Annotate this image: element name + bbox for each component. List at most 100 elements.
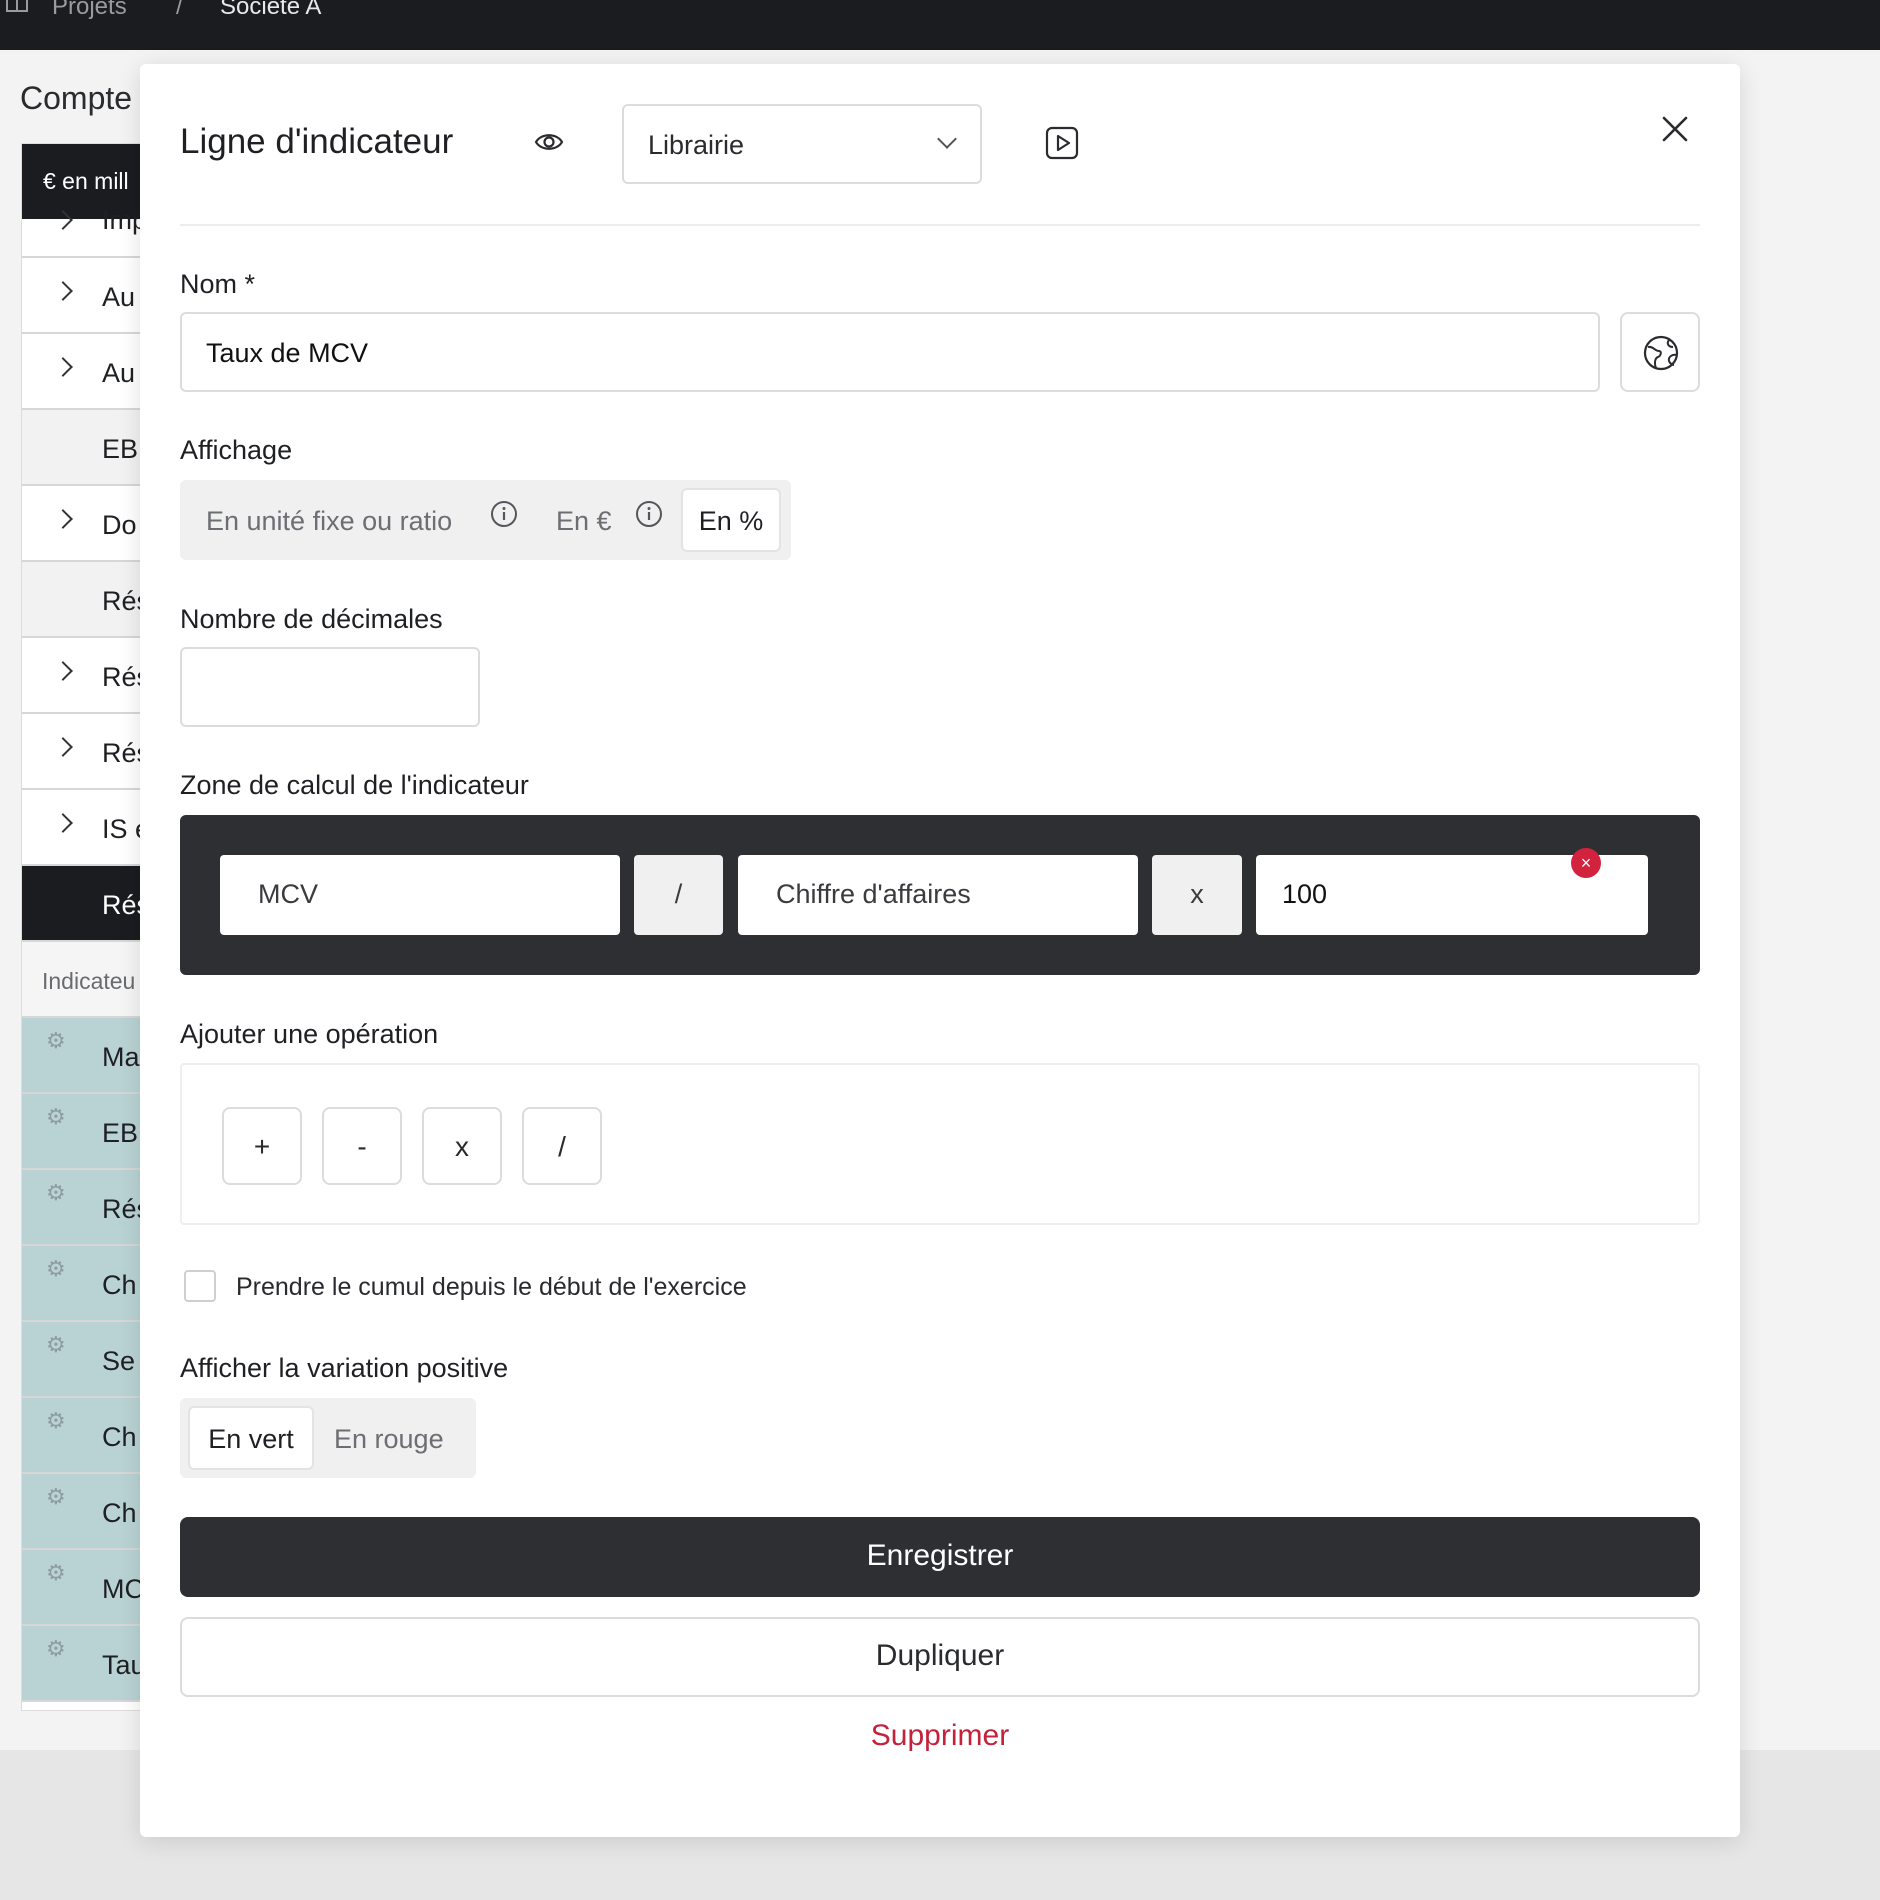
row-label: EB [102, 434, 139, 464]
chevron-right-icon[interactable] [53, 281, 73, 301]
gear-icon[interactable]: ⚙ [46, 1180, 66, 1206]
indicator-row[interactable]: ⚙ Ch [22, 1474, 140, 1550]
row-label: IS e [102, 814, 140, 844]
row-label: Rés [102, 890, 140, 920]
row-label: Do [102, 510, 137, 540]
add-operation-label: Ajouter une opération [180, 1019, 439, 1049]
breadcrumb-company[interactable]: Société A [220, 0, 321, 19]
table-row[interactable]: Au [22, 258, 140, 334]
table-row[interactable]: Rés [22, 866, 140, 942]
close-icon[interactable] [1660, 114, 1690, 144]
gear-icon[interactable]: ⚙ [46, 1408, 66, 1434]
calc-zone-label: Zone de calcul de l'indicateur [180, 770, 529, 800]
gear-icon[interactable]: ⚙ [46, 1104, 66, 1130]
calc-operator-divide[interactable]: / [634, 855, 723, 935]
projects-grid-icon [6, 0, 28, 12]
indicator-row-label: Se [102, 1346, 136, 1376]
row-label: Au [102, 282, 136, 312]
variation-label: Afficher la variation positive [180, 1353, 509, 1383]
chevron-right-icon[interactable] [53, 357, 73, 377]
accounts-table: € en mill ImpAuAuEBDoRésRésRésIS eRés In… [21, 143, 141, 1711]
indicator-row-label: Tau [102, 1650, 140, 1680]
indicator-row-label: Ch [102, 1422, 137, 1452]
table-rows: Imp Au Au EB Do Rés Rés Rés IS e Rés [22, 205, 140, 942]
add-minus-button[interactable]: - [322, 1107, 402, 1185]
modal-title: Ligne d'indicateur [180, 122, 454, 161]
name-input[interactable]: Taux de MCV [180, 312, 1600, 392]
decimals-label: Nombre de décimales [180, 604, 443, 634]
indicator-row[interactable]: ⚙ MC [22, 1550, 140, 1626]
table-row[interactable]: Imp [22, 205, 140, 258]
add-plus-button[interactable]: + [222, 1107, 302, 1185]
add-divide-button[interactable]: / [522, 1107, 602, 1185]
display-option-euro[interactable]: En € [556, 506, 612, 537]
variation-option-red[interactable]: En rouge [334, 1424, 444, 1455]
calc-operand-mcv[interactable]: MCV [220, 855, 620, 935]
remove-token-icon[interactable]: × [1571, 848, 1601, 878]
calc-operator-multiply[interactable]: x [1152, 855, 1242, 935]
table-row[interactable]: Au [22, 334, 140, 410]
row-label: Au [102, 358, 136, 388]
name-label: Nom * [180, 269, 256, 299]
indicator-row[interactable]: ⚙ Ch [22, 1398, 140, 1474]
chevron-right-icon[interactable] [53, 661, 73, 681]
indicator-rows: ⚙ Ma ⚙ EB ⚙ Rés ⚙ Ch ⚙ Se ⚙ Ch ⚙ Ch ⚙ MC ⚙ Tau [22, 1018, 140, 1702]
translate-button[interactable] [1620, 312, 1700, 392]
breadcrumb-projects[interactable]: Projets [52, 0, 127, 19]
duplicate-button[interactable]: Dupliquer [180, 1617, 1700, 1697]
chevron-right-icon[interactable] [53, 509, 73, 529]
table-row[interactable]: EB [22, 410, 140, 486]
indicator-row-label: Ch [102, 1270, 137, 1300]
play-icon[interactable] [1045, 126, 1079, 160]
delete-button[interactable]: Supprimer [180, 1719, 1700, 1769]
table-row[interactable]: Rés [22, 714, 140, 790]
save-button[interactable]: Enregistrer [180, 1517, 1700, 1597]
info-icon[interactable] [490, 500, 518, 528]
calc-operand-revenue[interactable]: Chiffre d'affaires [738, 855, 1138, 935]
row-label: Rés [102, 662, 140, 692]
indicators-section-header: Indicateu [22, 942, 140, 1018]
calc-zone[interactable]: MCV / Chiffre d'affaires x 100 × [180, 815, 1700, 975]
variation-segmented-control: En vert En rouge [180, 1398, 476, 1478]
info-icon[interactable] [635, 500, 663, 528]
table-row[interactable]: Rés [22, 562, 140, 638]
indicator-row-label: EB [102, 1118, 139, 1148]
breadcrumb-separator: / [176, 0, 183, 20]
indicator-row-label: Ch [102, 1498, 137, 1528]
gear-icon[interactable]: ⚙ [46, 1256, 66, 1282]
indicator-row[interactable]: ⚙ Ch [22, 1246, 140, 1322]
indicator-row[interactable]: ⚙ Ma [22, 1018, 140, 1094]
top-navigation-bar: Projets / Société A [0, 0, 1880, 50]
cumul-checkbox[interactable] [184, 1270, 216, 1302]
indicator-row[interactable]: ⚙ Rés [22, 1170, 140, 1246]
add-operation-zone: + - x / [180, 1063, 1700, 1225]
gear-icon[interactable]: ⚙ [46, 1636, 66, 1662]
chevron-right-icon[interactable] [53, 813, 73, 833]
row-label: Rés [102, 586, 140, 616]
eye-icon[interactable] [534, 128, 564, 156]
chevron-right-icon[interactable] [53, 737, 73, 757]
indicator-line-modal: Ligne d'indicateur Librairie Nom * Taux … [140, 64, 1740, 1837]
library-select[interactable]: Librairie [622, 104, 982, 184]
display-option-percent[interactable]: En % [681, 488, 781, 552]
globe-icon [1643, 335, 1679, 371]
gear-icon[interactable]: ⚙ [46, 1560, 66, 1586]
display-option-unit[interactable]: En unité fixe ou ratio [206, 506, 452, 537]
table-row[interactable]: Do [22, 486, 140, 562]
add-multiply-button[interactable]: x [422, 1107, 502, 1185]
row-label: Imp [102, 205, 140, 235]
table-row[interactable]: IS e [22, 790, 140, 866]
display-segmented-control: En unité fixe ou ratio En € En % [180, 480, 791, 560]
table-row[interactable]: Rés [22, 638, 140, 714]
gear-icon[interactable]: ⚙ [46, 1484, 66, 1510]
indicator-row-label: Rés [102, 1194, 140, 1224]
variation-option-green[interactable]: En vert [188, 1406, 314, 1470]
indicator-row[interactable]: ⚙ Tau [22, 1626, 140, 1702]
decimals-input[interactable] [180, 647, 480, 727]
indicator-row-label: Ma [102, 1042, 140, 1072]
indicator-row[interactable]: ⚙ Se [22, 1322, 140, 1398]
gear-icon[interactable]: ⚙ [46, 1332, 66, 1358]
display-label: Affichage [180, 435, 293, 465]
gear-icon[interactable]: ⚙ [46, 1028, 66, 1054]
indicator-row[interactable]: ⚙ EB [22, 1094, 140, 1170]
